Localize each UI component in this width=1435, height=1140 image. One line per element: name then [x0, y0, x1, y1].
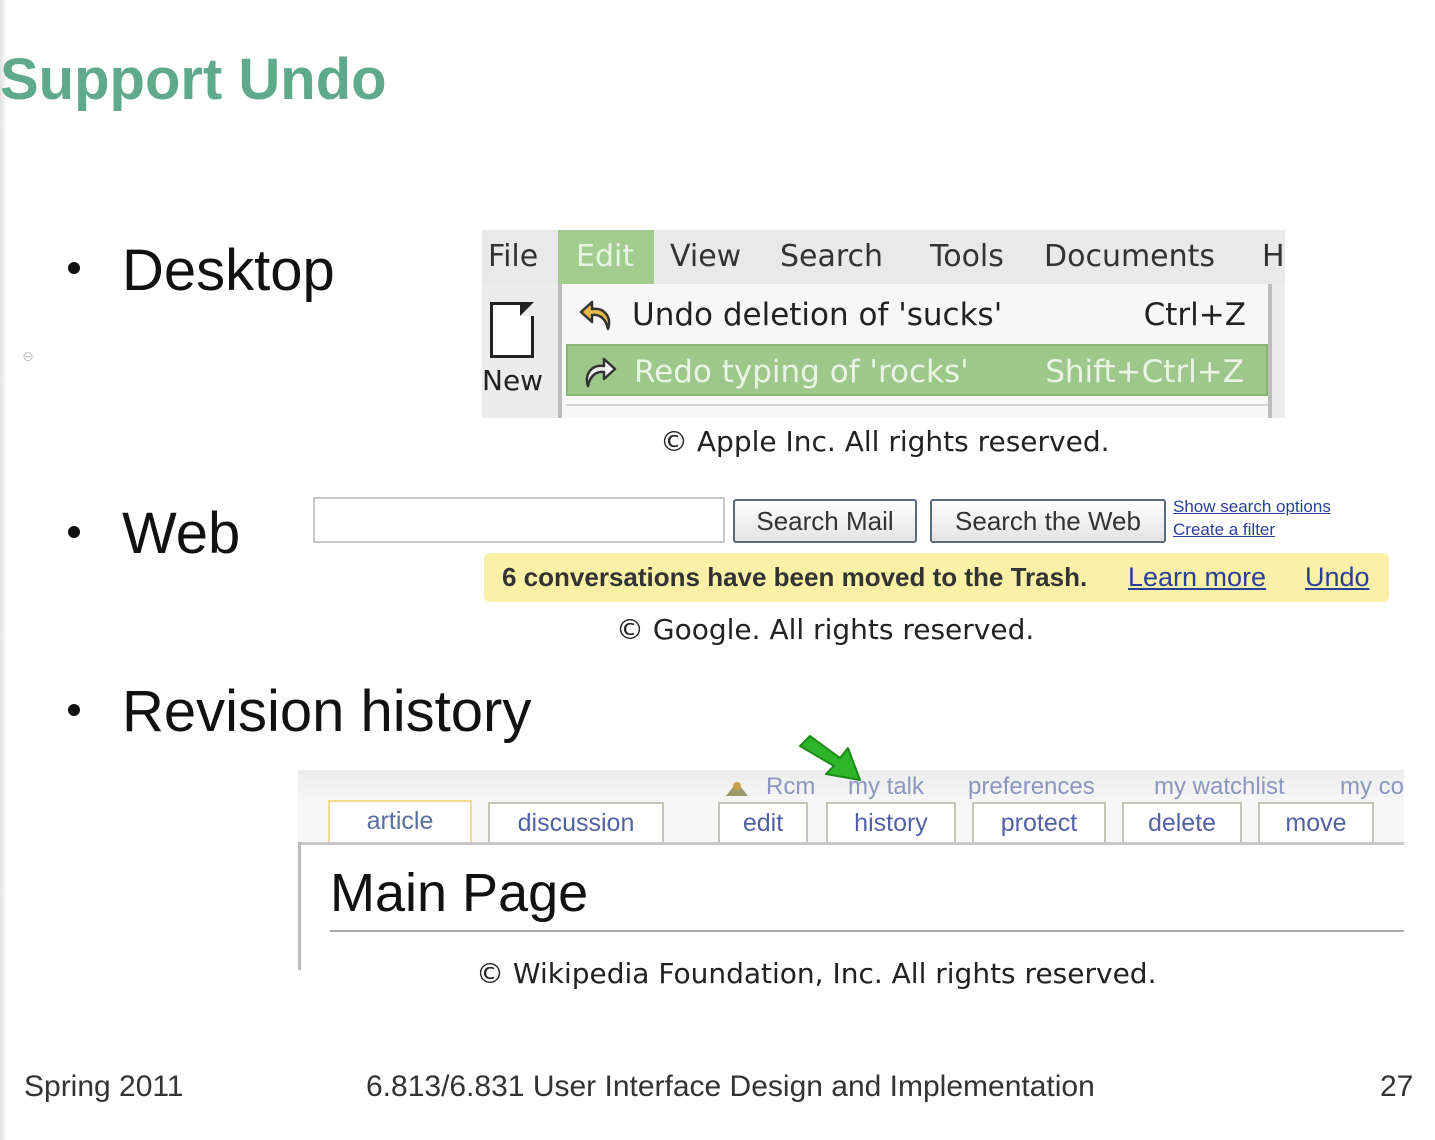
- new-label: New: [482, 364, 544, 397]
- bullet-dot: [68, 526, 80, 538]
- resize-handle-icon[interactable]: ⊝: [14, 342, 42, 372]
- menu-search[interactable]: Search: [780, 238, 883, 276]
- redo-icon: [585, 357, 617, 388]
- tab-label: protect: [1000, 809, 1078, 837]
- search-mail-button[interactable]: Search Mail: [733, 499, 917, 543]
- redo-label: Redo typing of 'rocks': [634, 354, 969, 390]
- personal-link-watchlist[interactable]: my watchlist: [1154, 770, 1285, 804]
- menu-item-redo[interactable]: Redo typing of 'rocks' Shift+Ctrl+Z: [566, 344, 1268, 396]
- page-fold: [520, 302, 534, 316]
- web-caption: © Google. All rights reserved.: [616, 613, 1035, 646]
- bullet-dot: [68, 262, 80, 274]
- show-search-options-link[interactable]: Show search options: [1173, 497, 1331, 517]
- bullet-web: Web: [122, 501, 241, 566]
- user-icon: [726, 782, 748, 796]
- tab-label: edit: [742, 809, 784, 837]
- tab-delete[interactable]: delete: [1122, 802, 1242, 842]
- footer-date: Spring 2011: [24, 1070, 184, 1103]
- menu-file[interactable]: File: [488, 238, 538, 276]
- personal-link-contributions[interactable]: my co: [1340, 770, 1404, 804]
- wiki-screenshot: Rcm my talk preferences my watchlist my …: [298, 770, 1404, 970]
- menu-documents[interactable]: Documents: [1044, 238, 1215, 276]
- footer-course: 6.813/6.831 User Interface Design and Im…: [366, 1070, 1095, 1103]
- bullet-desktop: Desktop: [122, 238, 335, 303]
- green-arrow-icon: [799, 735, 861, 781]
- menu-bar: File Edit View Search Tools Documents H: [482, 230, 1285, 284]
- personal-link-preferences[interactable]: preferences: [968, 770, 1095, 804]
- tab-discussion[interactable]: discussion: [488, 802, 664, 842]
- create-filter-link[interactable]: Create a filter: [1173, 520, 1275, 540]
- new-toolbar-button[interactable]: New: [482, 284, 552, 418]
- trash-notice-text: 6 conversations have been moved to the T…: [502, 562, 1088, 592]
- menu-item-undo[interactable]: Undo deletion of 'sucks' Ctrl+Z: [566, 289, 1268, 341]
- menu-separator: [566, 404, 1268, 406]
- revision-caption: © Wikipedia Foundation, Inc. All rights …: [476, 957, 1157, 990]
- tab-label: delete: [1147, 809, 1217, 837]
- bullet-revision-history: Revision history: [122, 679, 532, 744]
- tab-article[interactable]: article: [328, 800, 472, 844]
- tab-move[interactable]: move: [1258, 802, 1374, 842]
- desktop-screenshot: File Edit View Search Tools Documents H …: [482, 230, 1285, 418]
- title-underline: [330, 930, 1404, 932]
- undo-link[interactable]: Undo: [1305, 553, 1370, 602]
- menu-help[interactable]: H: [1262, 238, 1285, 276]
- bullet-dot: [68, 704, 80, 716]
- tab-label: discussion: [517, 809, 635, 837]
- slide-left-edge: [0, 0, 6, 1140]
- search-input[interactable]: [313, 497, 725, 543]
- content-left-border: [298, 842, 301, 970]
- desktop-caption: © Apple Inc. All rights reserved.: [660, 425, 1110, 458]
- redo-shortcut: Shift+Ctrl+Z: [1045, 354, 1244, 390]
- wiki-page-title: Main Page: [330, 863, 589, 923]
- slide-title: Support Undo: [0, 47, 387, 112]
- menu-view[interactable]: View: [670, 238, 741, 276]
- tab-history[interactable]: history: [826, 802, 956, 842]
- tab-label: article: [366, 807, 434, 835]
- tab-label: history: [854, 809, 928, 837]
- undo-icon: [579, 300, 611, 331]
- tab-edit[interactable]: edit: [718, 802, 808, 842]
- undo-shortcut: Ctrl+Z: [1143, 297, 1246, 333]
- undo-label: Undo deletion of 'sucks': [632, 297, 1003, 333]
- trash-notice-bar: 6 conversations have been moved to the T…: [484, 553, 1389, 602]
- tab-protect[interactable]: protect: [972, 802, 1106, 842]
- learn-more-link[interactable]: Learn more: [1128, 553, 1266, 602]
- tab-baseline: [298, 842, 1404, 845]
- new-document-icon: [490, 302, 534, 358]
- edit-dropdown-menu: Undo deletion of 'sucks' Ctrl+Z Redo typ…: [558, 284, 1272, 418]
- menu-tools[interactable]: Tools: [930, 238, 1004, 276]
- slide-number: 27: [1380, 1070, 1414, 1103]
- search-web-button[interactable]: Search the Web: [930, 499, 1166, 543]
- tab-label: move: [1285, 809, 1347, 837]
- menu-edit[interactable]: Edit: [576, 238, 634, 276]
